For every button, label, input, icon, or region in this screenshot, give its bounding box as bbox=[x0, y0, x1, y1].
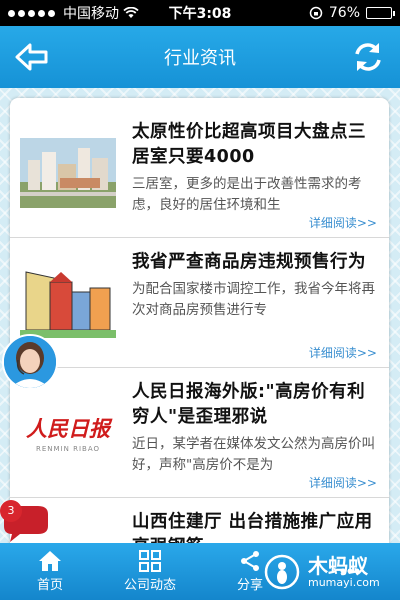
grid-icon bbox=[139, 550, 161, 572]
wifi-icon bbox=[123, 7, 139, 18]
share-icon bbox=[241, 551, 259, 571]
tab-label: 公司动态 bbox=[123, 578, 176, 593]
carrier-label: 中国移动 bbox=[63, 6, 119, 22]
newspaper-logo-subtitle: RENMIN RIBAO bbox=[36, 445, 100, 453]
battery-percent: 76% bbox=[328, 5, 360, 21]
tab-label: 首页 bbox=[36, 578, 63, 593]
signal-icon bbox=[8, 9, 55, 17]
article-title: 人民日报海外版:"高房价有利穷人"是歪理邪说 bbox=[132, 382, 366, 427]
article-list: 太原性价比超高项目大盘点三居室只要4000 三居室，更多的是出于改善性需求的考虑… bbox=[10, 98, 389, 558]
article-summary: 三居室，更多的是出于改善性需求的考虑，良好的居住环境和生 bbox=[132, 176, 362, 213]
article-thumbnail bbox=[20, 138, 116, 208]
read-more-link[interactable]: 详细阅读>> bbox=[309, 214, 377, 231]
more-icon bbox=[340, 568, 360, 573]
list-item[interactable]: 太原性价比超高项目大盘点三居室只要4000 三居室，更多的是出于改善性需求的考虑… bbox=[10, 98, 389, 238]
back-arrow-icon[interactable] bbox=[14, 40, 50, 74]
read-more-link[interactable]: 详细阅读>> bbox=[309, 474, 377, 491]
article-title: 太原性价比超高项目大盘点三居室只要4000 bbox=[132, 122, 366, 167]
notification-badge: 3 bbox=[0, 500, 22, 522]
list-item[interactable]: 人民日报 RENMIN RIBAO 人民日报海外版:"高房价有利穷人"是歪理邪说… bbox=[10, 368, 389, 498]
tab-share[interactable]: 分享 bbox=[200, 543, 300, 600]
article-title: 我省严查商品房违规预售行为 bbox=[132, 252, 366, 272]
agent-icon bbox=[4, 336, 56, 388]
tab-more[interactable] bbox=[300, 543, 400, 600]
home-icon bbox=[39, 551, 61, 571]
article-thumbnail: 人民日报 RENMIN RIBAO bbox=[20, 398, 116, 468]
battery-icon bbox=[366, 7, 395, 19]
article-thumbnail bbox=[20, 268, 116, 338]
chat-button[interactable]: 3 bbox=[0, 500, 52, 546]
list-item[interactable]: 我省严查商品房违规预售行为 为配合国家楼市调控工作，我省今年将再次对商品房预售进… bbox=[10, 238, 389, 368]
refresh-icon[interactable] bbox=[350, 39, 386, 75]
article-summary: 为配合国家楼市调控工作，我省今年将再次对商品房预售进行专 bbox=[132, 281, 375, 318]
page-title: 行业资讯 bbox=[164, 48, 236, 69]
rotation-lock-icon bbox=[309, 6, 323, 20]
tab-company-news[interactable]: 公司动态 bbox=[100, 543, 200, 600]
tab-label: 分享 bbox=[236, 578, 263, 593]
tab-home[interactable]: 首页 bbox=[0, 543, 100, 600]
nav-bar: 行业资讯 bbox=[0, 26, 400, 88]
status-time: 下午3:08 bbox=[168, 6, 232, 22]
newspaper-logo: 人民日报 bbox=[26, 416, 110, 441]
read-more-link[interactable]: 详细阅读>> bbox=[309, 344, 377, 361]
customer-service-avatar[interactable] bbox=[2, 334, 58, 390]
article-summary: 近日，某学者在媒体发文公然为高房价叫好，声称"高房价不是为 bbox=[132, 436, 375, 473]
tab-bar: 首页 公司动态 分享 bbox=[0, 543, 400, 600]
status-bar: 中国移动 下午3:08 76% bbox=[0, 0, 400, 26]
